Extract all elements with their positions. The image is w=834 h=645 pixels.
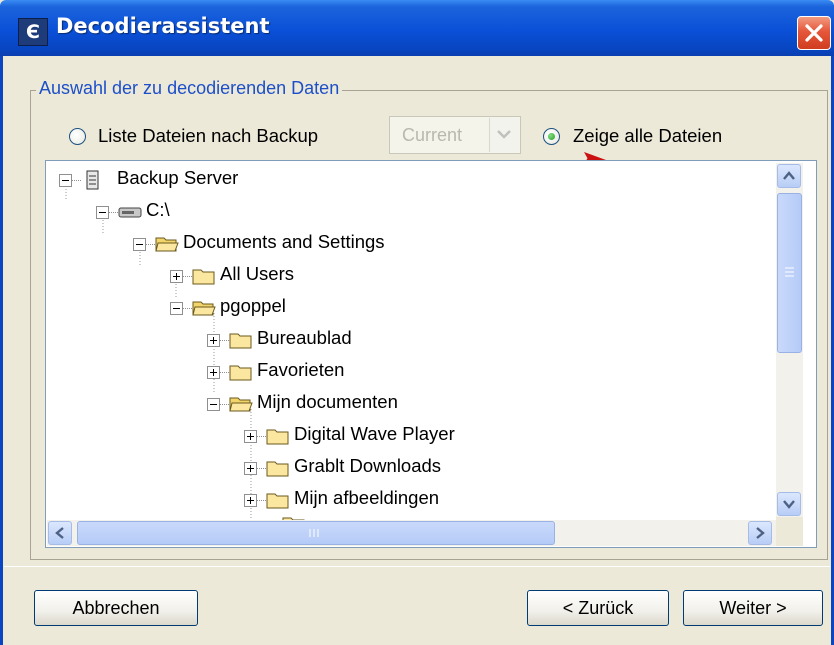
tree-node-label: Mijn documenten [257, 391, 398, 412]
tree-node-label: Bureaublad [257, 327, 352, 348]
radio-selected-dot [548, 133, 555, 140]
backup-radio-label[interactable]: Liste Dateien nach Backup [98, 125, 318, 147]
grip-icon [785, 267, 794, 277]
backup-select-value: Current [402, 125, 463, 145]
collapse-toggle-icon[interactable] [133, 238, 146, 251]
collapse-toggle-icon[interactable] [207, 398, 220, 411]
group-title: Auswahl der zu decodierenden Daten [36, 78, 343, 99]
grip-icon [309, 529, 319, 537]
folder-icon [192, 269, 215, 285]
collapse-toggle-icon[interactable] [59, 174, 72, 187]
scrollbar-corner [776, 517, 803, 546]
close-button[interactable] [797, 16, 831, 50]
title-bar[interactable]: Є Decodierassistent [0, 0, 834, 56]
server-icon [86, 170, 99, 190]
dialog-window: Є Decodierassistent Auswahl der zu decod… [0, 0, 834, 645]
expand-toggle-icon[interactable] [207, 366, 220, 379]
tree-node-label: Digital Wave Player [294, 423, 455, 444]
expand-toggle-icon[interactable] [244, 430, 257, 443]
close-icon [805, 24, 823, 42]
collapse-toggle-icon[interactable] [96, 206, 109, 219]
all-files-radio-label[interactable]: Zeige alle Dateien [573, 125, 722, 147]
folder-icon [266, 429, 289, 445]
expand-toggle-icon[interactable] [170, 270, 183, 283]
expand-toggle-icon[interactable] [244, 462, 257, 475]
tree-node-label: Backup Server [117, 167, 239, 188]
all-files-radio[interactable] [543, 128, 560, 145]
chevron-left-icon [55, 527, 64, 539]
collapse-toggle-icon[interactable] [170, 302, 183, 315]
next-button[interactable]: Weiter > [683, 590, 823, 626]
chevron-down-icon [783, 500, 795, 509]
horizontal-scroll-thumb[interactable] [77, 521, 555, 545]
tree-node-label: Favorieten [257, 359, 345, 380]
open-folder-icon [229, 397, 253, 412]
back-button[interactable]: < Zurück [527, 590, 669, 626]
chevron-up-icon [783, 171, 795, 180]
vertical-scrollbar[interactable] [776, 163, 803, 517]
separator [4, 566, 830, 567]
scroll-up-button[interactable] [777, 164, 801, 188]
chevron-down-icon [497, 130, 511, 139]
tree-node-label: C:\ [146, 199, 170, 220]
window-title: Decodierassistent [56, 14, 270, 38]
tree-node-label: Documents and Settings [183, 231, 385, 252]
horizontal-scrollbar[interactable] [47, 520, 776, 546]
window-frame-left [0, 56, 3, 645]
app-icon: Є [18, 18, 48, 46]
tree-node-label: Mijn afbeeldingen [294, 487, 440, 508]
scroll-down-button[interactable] [777, 492, 801, 516]
tree-node-label: All Users [220, 263, 295, 284]
folder-icon [266, 493, 289, 509]
folder-icon [229, 365, 252, 381]
vertical-scroll-thumb[interactable] [777, 193, 802, 353]
file-tree[interactable]: Backup Server C:\ Documents and Settings [45, 160, 817, 548]
tree-node-label: Grablt Downloads [294, 455, 442, 476]
open-folder-icon [155, 237, 179, 252]
scroll-right-button[interactable] [748, 521, 772, 545]
expand-toggle-icon[interactable] [207, 334, 220, 347]
folder-icon [229, 333, 252, 349]
folder-icon [266, 461, 289, 477]
backup-radio[interactable] [69, 128, 86, 145]
drive-icon [118, 207, 142, 218]
tree-node-label: pgoppel [220, 295, 286, 316]
backup-select-arrow[interactable] [489, 118, 519, 152]
scroll-left-button[interactable] [48, 521, 72, 545]
expand-toggle-icon[interactable] [244, 494, 257, 507]
open-folder-icon [192, 301, 216, 316]
chevron-right-icon [756, 527, 765, 539]
backup-select[interactable]: Current [389, 116, 521, 154]
cancel-button[interactable]: Abbrechen [34, 590, 198, 626]
